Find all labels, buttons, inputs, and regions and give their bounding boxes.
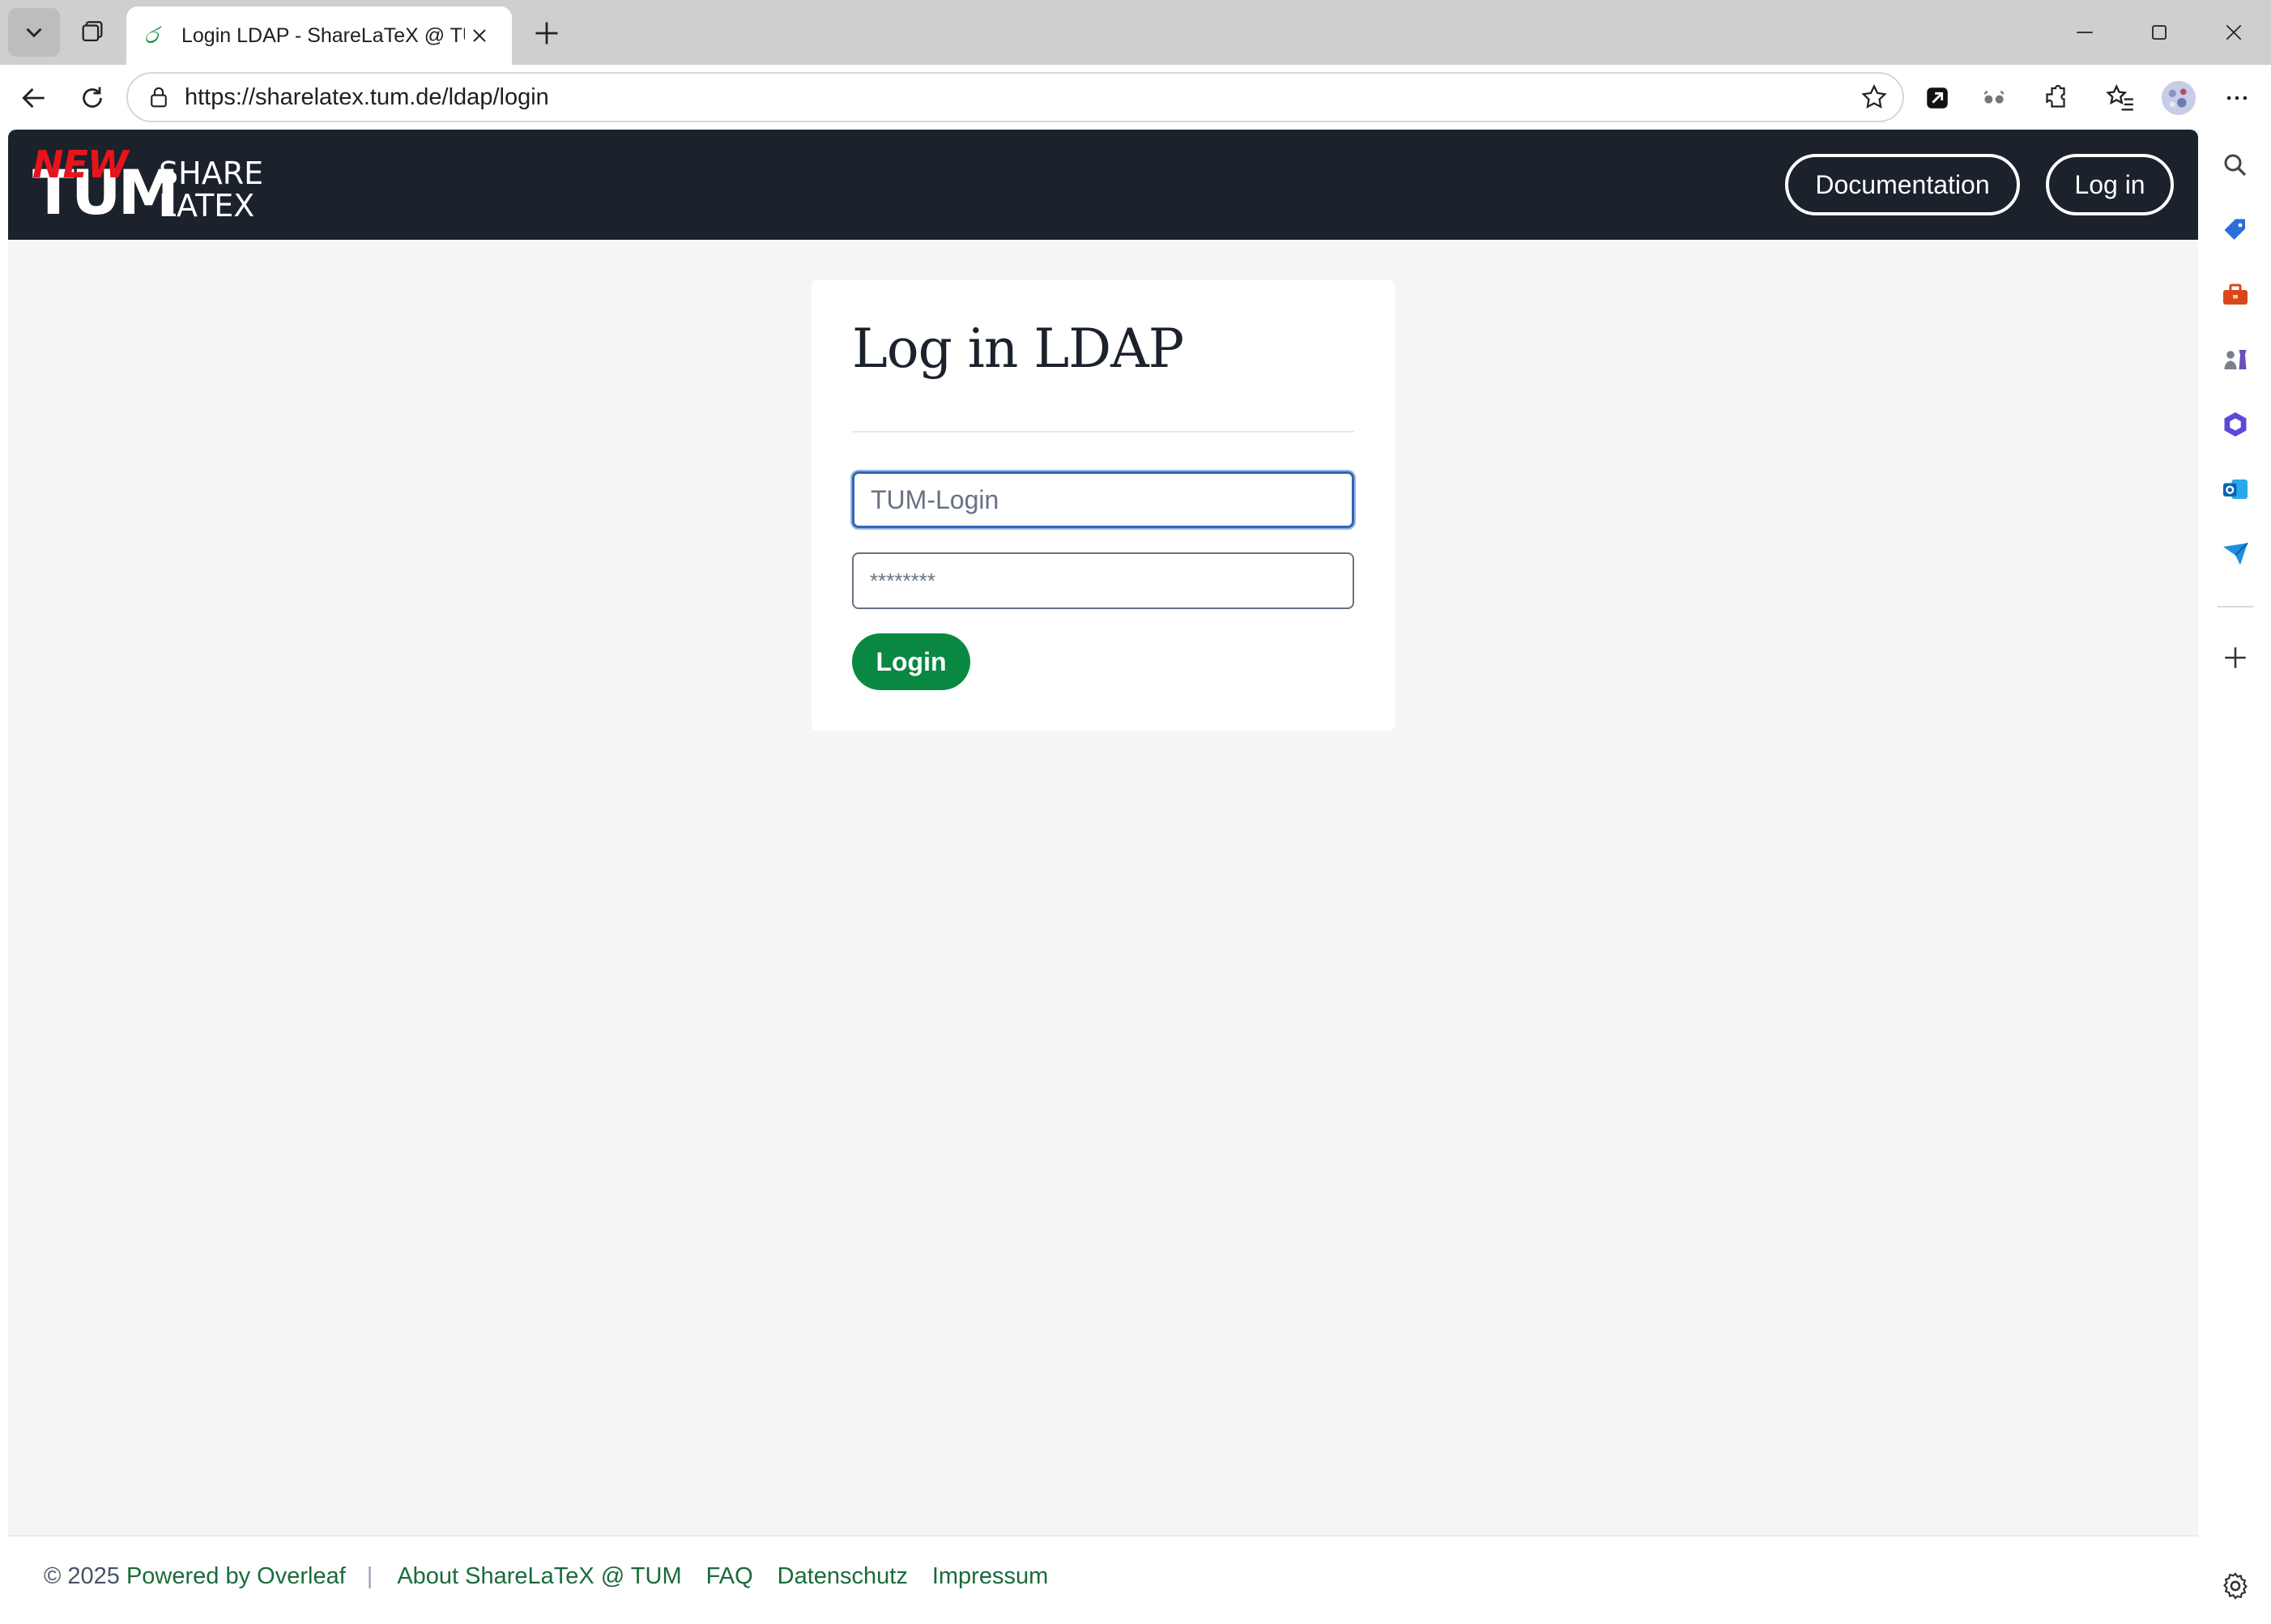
edge-sidebar [2200,131,2271,1624]
site-navbar: TUM NEW SHARE LATEX Documentation Log in [8,130,2198,240]
extensions-button[interactable] [2035,77,2077,119]
sidebar-tools-button[interactable] [2214,274,2256,316]
sidebar-games-button[interactable] [2214,339,2256,381]
login-nav-link[interactable]: Log in [2046,154,2174,215]
page-title: Log in LDAP [852,318,1184,380]
close-window-button[interactable] [2196,0,2271,65]
refresh-button[interactable] [70,75,115,121]
more-horizontal-icon [2226,96,2248,100]
site-footer: © 2025 Powered by Overleaf | About Share… [8,1535,2198,1616]
sidebar-copilot-button[interactable] [2214,403,2256,445]
address-bar[interactable]: https://sharelatex.tum.de/ldap/login [126,72,1904,122]
arrow-left-icon [22,87,45,109]
footer-separator: | [366,1562,373,1589]
password-input[interactable] [852,552,1354,609]
chess-piece-icon [2224,350,2247,369]
favorite-star-icon[interactable] [1854,77,1894,117]
tab-close-button[interactable] [465,21,494,50]
toolbox-icon [2223,283,2248,305]
sidebar-outlook-button[interactable] [2214,468,2256,510]
chevron-down-icon [26,28,42,38]
footer-powered-by-link[interactable]: Powered by Overleaf [126,1563,346,1590]
minimize-window-button[interactable] [2047,0,2122,65]
close-icon [2226,24,2242,40]
gear-icon [2223,1572,2248,1600]
browser-tab-active[interactable]: ර Login LDAP - ShareLaTeX @ TUM, [126,6,512,65]
login-card: Log in LDAP Login [812,280,1395,731]
sidebar-settings-button[interactable] [2214,1565,2256,1607]
maximize-window-button[interactable] [2122,0,2196,65]
tag-icon [2224,219,2245,240]
puzzle-icon [2046,84,2065,108]
logo-share-text: SHARE [159,156,264,191]
title-divider [852,431,1354,433]
plus-icon [2225,647,2246,668]
logo-new-badge: NEW [32,143,129,186]
sidebar-drop-button[interactable] [2214,533,2256,575]
outlook-icon [2223,480,2248,499]
extension-button-1[interactable] [1916,77,1958,119]
footer-copyright: © 2025 [44,1562,120,1589]
browser-toolbar: https://sharelatex.tum.de/ldap/login [0,65,2271,131]
sidebar-divider [2218,606,2253,607]
close-icon [473,29,486,42]
plus-icon [535,22,558,45]
extension-button-2[interactable] [1973,77,2015,119]
paper-plane-icon [2223,542,2248,565]
workspaces-icon [82,21,103,42]
minimize-icon [2077,32,2093,33]
search-icon [2224,154,2247,177]
avatar-icon [2161,80,2196,116]
site-info-lock-icon[interactable] [143,81,175,113]
footer-link-impressum[interactable]: Impressum [932,1563,1048,1590]
tum-sharelatex-logo[interactable]: TUM NEW SHARE LATEX [32,144,275,225]
profile-avatar-button[interactable] [2158,77,2200,119]
footer-link-faq[interactable]: FAQ [706,1563,753,1590]
back-button[interactable] [11,75,57,121]
footer-link-datenschutz[interactable]: Datenschutz [778,1563,908,1590]
footer-link-about[interactable]: About ShareLaTeX @ TUM [397,1563,681,1590]
page-viewport: TUM NEW SHARE LATEX Documentation Log in… [8,130,2198,1616]
sidebar-add-button[interactable] [2214,637,2256,679]
sidebar-search-button[interactable] [2214,144,2256,186]
documentation-link[interactable]: Documentation [1785,154,2020,215]
tab-title: Login LDAP - ShareLaTeX @ TUM, [181,23,465,47]
extension-square-icon [1927,87,1948,109]
favorites-button[interactable] [2099,77,2141,119]
settings-and-more-button[interactable] [2216,77,2258,119]
sidebar-shopping-button[interactable] [2214,209,2256,251]
overleaf-favicon-icon: ර [144,22,158,49]
browser-tab-bar: ර Login LDAP - ShareLaTeX @ TUM, [0,0,2271,65]
extension-glasses-icon [1983,90,2005,104]
login-submit-button[interactable]: Login [852,633,970,690]
maximize-icon [2152,25,2167,40]
logo-latex-text: LATEX [159,188,255,224]
refresh-icon [83,87,102,108]
new-tab-button[interactable] [525,11,569,55]
favorites-list-icon [2106,83,2133,111]
workspaces-button[interactable] [66,8,118,57]
url-text[interactable]: https://sharelatex.tum.de/ldap/login [185,84,1854,111]
username-input[interactable] [852,471,1354,528]
hexagon-app-icon [2224,412,2247,437]
tab-actions-menu-button[interactable] [8,8,60,57]
